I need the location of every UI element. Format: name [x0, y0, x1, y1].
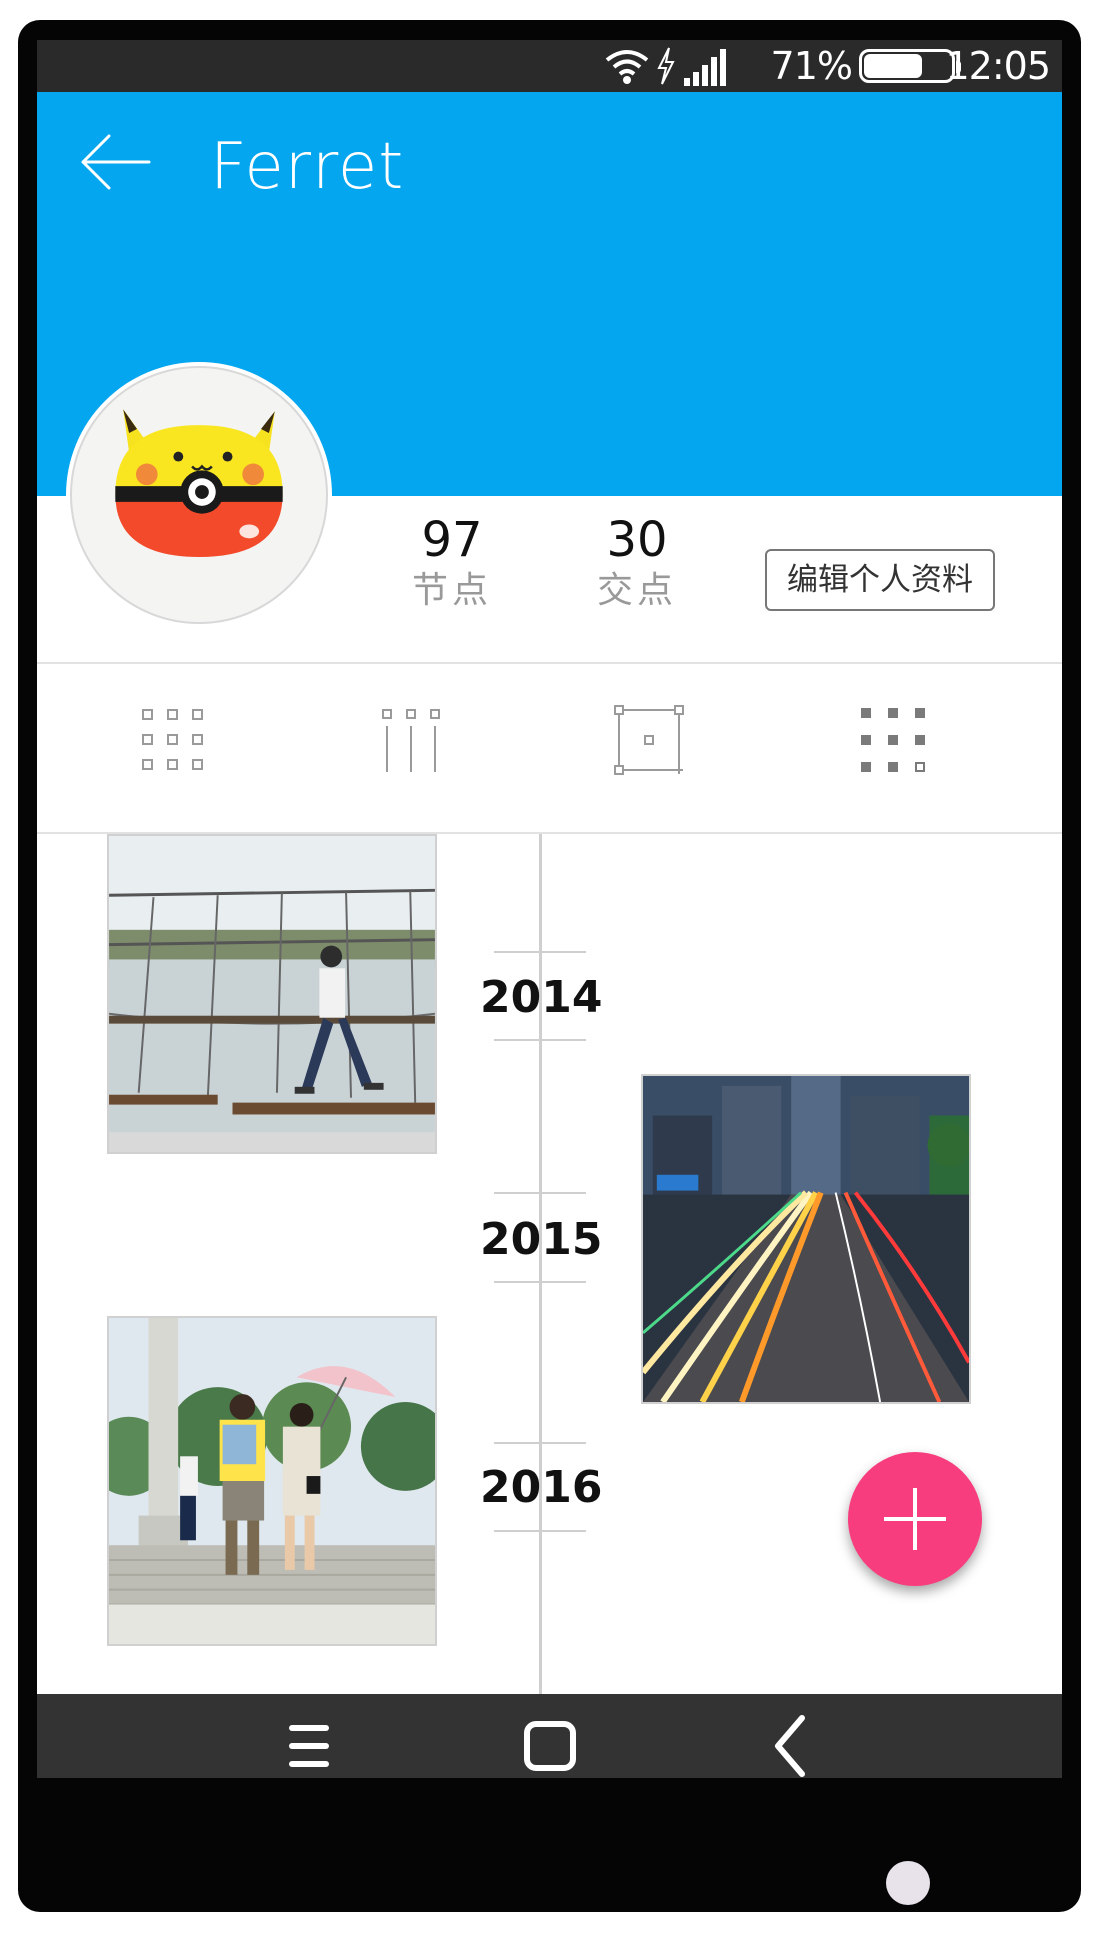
status-bar: 71% 12:05 [37, 40, 1062, 92]
columns-icon[interactable] [373, 702, 449, 778]
pikachu-avatar-icon [115, 409, 283, 558]
page-title: Ferret [210, 130, 405, 204]
year-divider [494, 1192, 586, 1194]
rope-bridge-photo-image [109, 836, 435, 1152]
stat-contacts[interactable]: 30 交点 [567, 512, 707, 614]
navigation-bar [37, 1694, 1062, 1778]
signal-icon [684, 49, 726, 86]
physical-home-button[interactable] [886, 1861, 930, 1905]
battery-icon [859, 49, 961, 83]
avatar[interactable] [70, 366, 328, 624]
year-divider [494, 1530, 586, 1532]
year-label-2015: 2015 [480, 1214, 603, 1265]
year-divider [494, 1281, 586, 1283]
plus-icon [884, 1488, 946, 1550]
frame-icon[interactable] [611, 702, 687, 778]
status-time: 12:05 [945, 44, 1051, 88]
stat-nodes-value: 97 [421, 512, 483, 568]
grid-3x3-icon[interactable] [135, 702, 211, 778]
phone-screen: 71% 12:05 Ferret 97 节点 30 交点 编辑个人资料 2014… [37, 40, 1062, 1778]
stat-nodes-label: 节点 [411, 570, 492, 611]
edit-profile-button[interactable]: 编辑个人资料 [765, 549, 995, 611]
stat-contacts-label: 交点 [596, 570, 677, 611]
menu-icon[interactable] [274, 1714, 344, 1778]
wifi-icon [605, 50, 649, 84]
photo-city-traffic[interactable] [641, 1074, 971, 1404]
back-chevron-icon[interactable] [756, 1714, 826, 1778]
couple-umbrella-photo-image [109, 1318, 435, 1644]
year-divider [494, 1039, 586, 1041]
year-label-2016: 2016 [480, 1462, 603, 1513]
year-divider [494, 1442, 586, 1444]
battery-percent: 71% [770, 44, 853, 88]
home-square-icon[interactable] [515, 1714, 585, 1778]
year-divider [494, 951, 586, 953]
dots-grid-icon[interactable] [855, 702, 931, 778]
add-fab-button[interactable] [848, 1452, 982, 1586]
traffic-light-trails-photo-image [643, 1076, 969, 1402]
stat-contacts-value: 30 [606, 512, 668, 568]
photo-rope-bridge[interactable] [107, 834, 437, 1154]
photo-couple-umbrella[interactable] [107, 1316, 437, 1646]
stat-nodes[interactable]: 97 节点 [382, 512, 522, 614]
divider [37, 662, 1062, 664]
year-label-2014: 2014 [480, 972, 603, 1023]
arrow-left-icon[interactable] [79, 132, 151, 192]
charging-icon [657, 47, 675, 85]
